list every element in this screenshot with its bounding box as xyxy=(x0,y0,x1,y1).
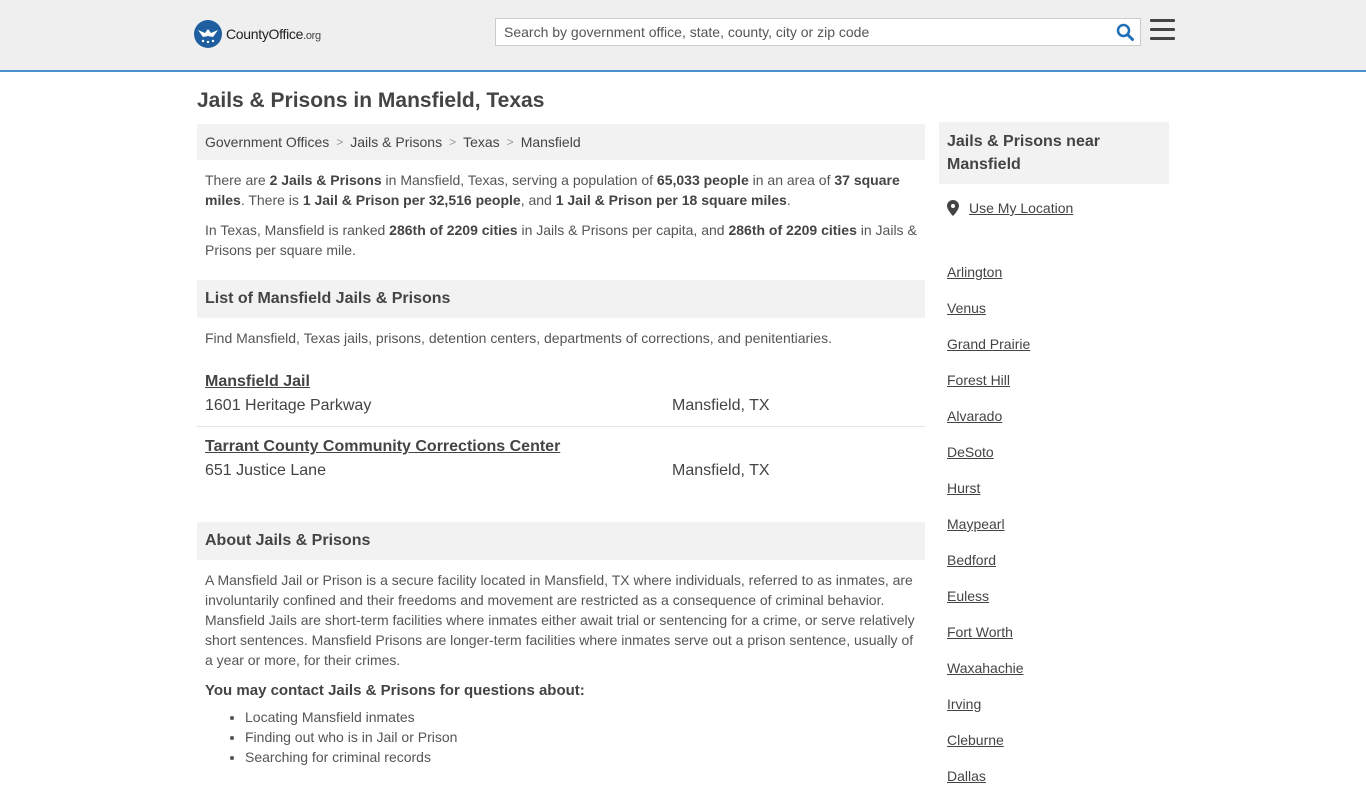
facility-city: Mansfield, TX xyxy=(672,462,770,479)
nearby-city-item: Maypearl xyxy=(947,506,1161,542)
plain-text: in an area of xyxy=(748,172,835,188)
facility-item: Mansfield Jail 1601 Heritage Parkway Man… xyxy=(197,362,925,426)
nearby-cities-list: Arlington Venus Grand Prairie Forest Hill Al… xyxy=(939,254,1169,794)
site-logo[interactable]: CountyOffice.org xyxy=(194,20,321,48)
plain-text: in Jails & Prisons per capita, and xyxy=(517,222,729,238)
nearby-city-item: DeSoto xyxy=(947,434,1161,470)
nearby-city-link[interactable]: Fort Worth xyxy=(947,624,1013,640)
nearby-city-item: Waxahachie xyxy=(947,650,1161,686)
nearby-city-item: Dallas xyxy=(947,758,1161,794)
facility-address: 1601 Heritage Parkway xyxy=(205,397,372,414)
plain-text: . xyxy=(786,192,791,208)
facility-name-link[interactable]: Mansfield Jail xyxy=(205,373,310,391)
highlight-text: 286th of 2209 cities xyxy=(728,222,857,238)
nearby-city-link[interactable]: Forest Hill xyxy=(947,372,1010,388)
list-description: Find Mansfield, Texas jails, prisons, de… xyxy=(205,330,832,346)
plain-text: in Mansfield, Texas, serving a populatio… xyxy=(381,172,657,188)
breadcrumb-separator-icon: > xyxy=(449,135,457,149)
use-my-location-link[interactable]: Use My Location xyxy=(969,200,1073,216)
nearby-city-link[interactable]: Euless xyxy=(947,588,989,604)
breadcrumb: Government Offices > Jails & Prisons > T… xyxy=(197,124,925,160)
breadcrumb-government-offices[interactable]: Government Offices xyxy=(205,134,329,150)
contact-list: Locating Mansfield inmates Finding out w… xyxy=(197,707,925,767)
breadcrumb-texas[interactable]: Texas xyxy=(463,134,500,150)
nearby-city-item: Forest Hill xyxy=(947,362,1161,398)
contact-list-item: Searching for criminal records xyxy=(245,747,925,767)
search-bar xyxy=(495,18,1141,46)
use-location: Use My Location xyxy=(947,200,1073,216)
about-paragraph: A Mansfield Jail or Prison is a secure f… xyxy=(205,572,915,668)
nearby-city-link[interactable]: Alvarado xyxy=(947,408,1002,424)
nearby-city-item: Irving xyxy=(947,686,1161,722)
breadcrumb-separator-icon: > xyxy=(336,135,344,149)
breadcrumb-separator-icon: > xyxy=(506,135,514,149)
about-section-heading: About Jails & Prisons xyxy=(197,522,925,560)
contact-heading: You may contact Jails & Prisons for ques… xyxy=(205,682,585,699)
nearby-city-item: Cleburne xyxy=(947,722,1161,758)
highlight-text: 2 Jails & Prisons xyxy=(269,172,382,188)
main-content: Government Offices > Jails & Prisons > T… xyxy=(197,124,925,767)
breadcrumb-mansfield[interactable]: Mansfield xyxy=(521,134,581,150)
highlight-text: 1 Jail & Prison per 18 square miles xyxy=(555,192,787,208)
search-button[interactable] xyxy=(1110,19,1140,45)
nearby-city-item: Alvarado xyxy=(947,398,1161,434)
sidebar-heading: Jails & Prisons near Mansfield xyxy=(939,122,1169,184)
nearby-city-item: Venus xyxy=(947,290,1161,326)
facility-list: Mansfield Jail 1601 Heritage Parkway Man… xyxy=(197,362,925,490)
facility-item: Tarrant County Community Corrections Cen… xyxy=(197,426,925,490)
nearby-city-link[interactable]: Hurst xyxy=(947,480,980,496)
logo-eagle-icon xyxy=(194,20,222,48)
hamburger-menu-icon[interactable] xyxy=(1150,19,1175,41)
nearby-city-link[interactable]: Irving xyxy=(947,696,981,712)
page-title: Jails & Prisons in Mansfield, Texas xyxy=(197,89,545,112)
nearby-city-link[interactable]: Dallas xyxy=(947,768,986,784)
list-section-heading: List of Mansfield Jails & Prisons xyxy=(197,280,925,318)
nearby-city-item: Fort Worth xyxy=(947,614,1161,650)
contact-list-item: Finding out who is in Jail or Prison xyxy=(245,727,925,747)
ranking-paragraph: In Texas, Mansfield is ranked 286th of 2… xyxy=(197,220,925,260)
facility-name-link[interactable]: Tarrant County Community Corrections Cen… xyxy=(205,438,560,456)
nearby-city-link[interactable]: Grand Prairie xyxy=(947,336,1030,352)
nearby-city-link[interactable]: Arlington xyxy=(947,264,1002,280)
search-input[interactable] xyxy=(496,19,1110,45)
plain-text: There are xyxy=(205,172,270,188)
contact-list-item: Locating Mansfield inmates xyxy=(245,707,925,727)
nearby-city-item: Euless xyxy=(947,578,1161,614)
sidebar: Jails & Prisons near Mansfield Use My Lo… xyxy=(939,122,1169,794)
highlight-text: 286th of 2209 cities xyxy=(389,222,518,238)
plain-text: In Texas, Mansfield is ranked xyxy=(205,222,390,238)
nearby-city-link[interactable]: Cleburne xyxy=(947,732,1004,748)
nearby-city-link[interactable]: Bedford xyxy=(947,552,996,568)
nearby-city-item: Bedford xyxy=(947,542,1161,578)
highlight-text: 65,033 people xyxy=(656,172,749,188)
plain-text: . There is xyxy=(240,192,303,208)
nearby-city-link[interactable]: DeSoto xyxy=(947,444,994,460)
nearby-city-item: Hurst xyxy=(947,470,1161,506)
facility-city: Mansfield, TX xyxy=(672,397,770,414)
nearby-city-link[interactable]: Waxahachie xyxy=(947,660,1024,676)
nearby-city-item: Arlington xyxy=(947,254,1161,290)
breadcrumb-jails-prisons[interactable]: Jails & Prisons xyxy=(350,134,442,150)
nearby-city-link[interactable]: Maypearl xyxy=(947,516,1005,532)
nearby-city-item: Grand Prairie xyxy=(947,326,1161,362)
nearby-city-link[interactable]: Venus xyxy=(947,300,986,316)
search-icon xyxy=(1116,23,1134,41)
map-pin-icon xyxy=(947,200,959,216)
facility-address: 651 Justice Lane xyxy=(205,462,326,479)
intro-paragraph: There are 2 Jails & Prisons in Mansfield… xyxy=(197,170,925,210)
site-header: CountyOffice.org xyxy=(0,0,1366,72)
plain-text: , and xyxy=(520,192,556,208)
highlight-text: 1 Jail & Prison per 32,516 people xyxy=(302,192,521,208)
logo-text: CountyOffice.org xyxy=(226,26,321,42)
